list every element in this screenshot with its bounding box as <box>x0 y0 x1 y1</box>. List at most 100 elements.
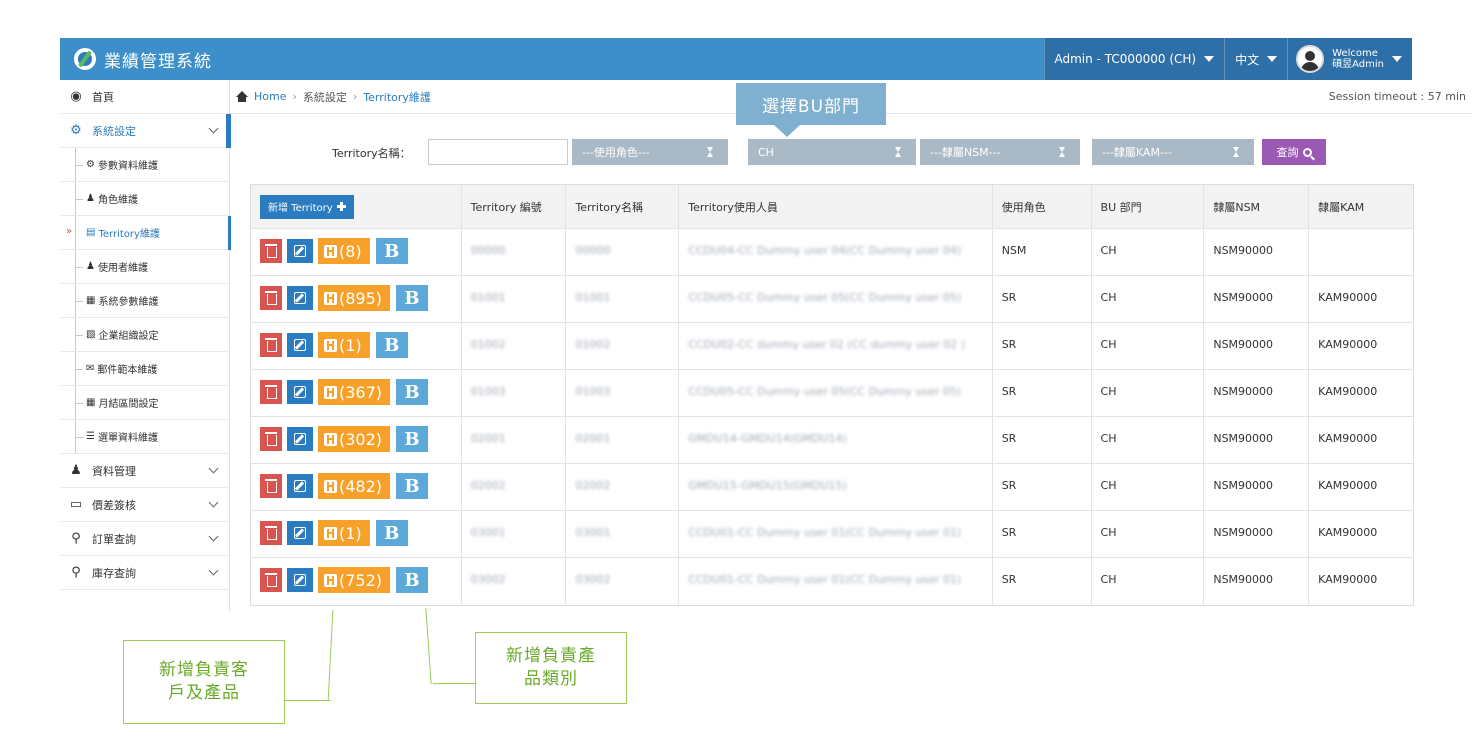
note-text: 新增負責產 品類別 <box>506 645 596 691</box>
brand[interactable]: 業績管理系統 <box>74 45 212 73</box>
column-header[interactable]: BU 部門 <box>1092 185 1205 228</box>
territory-code: 02002 <box>470 479 506 492</box>
h-square-icon <box>324 526 337 540</box>
sidebar-item-label: 訂單查詢 <box>92 532 136 546</box>
delete-button[interactable] <box>260 239 282 263</box>
list-icon: ☰ <box>86 431 95 442</box>
table-row: (895) B 01001 01001 CCDU05-CC Dummy user 05(… <box>251 276 1413 323</box>
sidebar-subitem-parameter-data[interactable]: ⚙ 參數資料維護 <box>60 148 229 182</box>
delete-button[interactable] <box>260 568 282 592</box>
table-body: (8) B 00000 00000 CCDU04-CC Dummy user 04(CC… <box>251 229 1413 605</box>
edit-button[interactable] <box>287 521 313 545</box>
customer-product-button[interactable]: (1) <box>318 332 370 358</box>
add-territory-button[interactable]: 新增 Territory <box>260 194 354 219</box>
sidebar-subitem-month-close[interactable]: ▦ 月結區間設定 <box>60 386 229 420</box>
sidebar-subitem-role[interactable]: ♟ 角色維護 <box>60 182 229 216</box>
bu-select[interactable]: CH <box>748 139 916 165</box>
action-buttons: (8) B <box>260 238 408 264</box>
product-category-button[interactable]: B <box>396 379 429 405</box>
sidebar-item-system-settings[interactable]: ⚙ 系統設定 <box>60 114 231 148</box>
role-cell: SR <box>993 558 1092 605</box>
sidebar-subitem-mail-template[interactable]: ✉ 郵件範本維護 <box>60 352 229 386</box>
customer-product-button[interactable]: (367) <box>318 379 391 405</box>
edit-button[interactable] <box>287 239 313 263</box>
sidebar-item-stock-query[interactable]: ⚲ 庫存查詢 <box>60 556 229 590</box>
org-dropdown[interactable]: Admin - TC000000 (CH) <box>1043 38 1225 80</box>
breadcrumb-home[interactable]: Home <box>254 90 286 103</box>
nsm-select[interactable]: ---隸屬NSM--- <box>920 139 1080 165</box>
column-header[interactable]: 隸屬KAM <box>1309 185 1413 228</box>
delete-button[interactable] <box>260 474 282 498</box>
nsm-select-value: ---隸屬NSM--- <box>930 146 1001 159</box>
sidebar-item-data-management[interactable]: ♟ 資料管理 <box>60 454 229 488</box>
product-category-button[interactable]: B <box>396 567 429 593</box>
chevron-down-icon <box>208 531 219 542</box>
sidebar-item-home[interactable]: ◉ 首頁 <box>60 80 229 114</box>
nsm-cell: NSM90000 <box>1204 558 1310 605</box>
column-header[interactable]: 使用角色 <box>993 185 1092 228</box>
language-dropdown[interactable]: 中文 <box>1224 38 1288 80</box>
active-indicator <box>228 216 231 250</box>
customer-product-button[interactable]: (302) <box>318 426 391 452</box>
user-menu[interactable]: Welcome 碩昱Admin <box>1287 38 1412 80</box>
edit-button[interactable] <box>287 568 313 592</box>
product-category-button[interactable]: B <box>375 238 408 264</box>
app-root: 業績管理系統 Admin - TC000000 (CH) 中文 Welcome … <box>0 0 1472 737</box>
customer-product-button[interactable]: (752) <box>318 567 391 593</box>
delete-button[interactable] <box>260 380 282 404</box>
edit-button[interactable] <box>287 380 313 404</box>
territory-name: 01003 <box>575 385 611 398</box>
product-category-button[interactable]: B <box>375 332 408 358</box>
territory-user-cell: CCDU04-CC Dummy user 04(CC Dummy user 04… <box>679 229 993 275</box>
action-buttons: (302) B <box>260 426 429 452</box>
delete-button[interactable] <box>260 333 282 357</box>
territory-name-input[interactable] <box>428 139 568 165</box>
column-header[interactable]: Territory名稱 <box>566 185 680 228</box>
delete-button[interactable] <box>260 427 282 451</box>
edit-button[interactable] <box>287 333 313 357</box>
sidebar-item-price-approval[interactable]: ▭ 價差簽核 <box>60 488 229 522</box>
edit-button[interactable] <box>287 427 313 451</box>
customer-product-count: (367) <box>339 382 383 402</box>
column-header[interactable]: 隸屬NSM <box>1204 185 1310 228</box>
filter-row: Territory名稱： ---使用角色--- CH ---隸屬NSM--- -… <box>230 136 1472 168</box>
product-category-button[interactable]: B <box>396 473 429 499</box>
column-header[interactable]: Territory 編號 <box>462 185 567 228</box>
sidebar-subitem-label: 月結區間設定 <box>98 399 159 410</box>
territory-user: CCDU05-CC Dummy user 05(CC Dummy user 05… <box>688 385 962 398</box>
column-header[interactable]: Territory使用人員 <box>679 185 993 228</box>
sidebar-subitem-org[interactable]: ▧ 企業組織設定 <box>60 318 229 352</box>
row-actions: (8) B <box>251 229 462 275</box>
territory-user: GMDU14-GMDU14(GMDU14) <box>688 432 847 445</box>
note-line: 戶及產品 <box>168 683 240 703</box>
plus-icon <box>336 202 346 211</box>
customer-product-count: (302) <box>339 429 383 449</box>
sidebar-item-order-query[interactable]: ⚲ 訂單查詢 <box>60 522 229 556</box>
edit-button[interactable] <box>287 286 313 310</box>
note-line: 新增負責產 <box>506 646 596 666</box>
delete-button[interactable] <box>260 521 282 545</box>
customer-product-count: (752) <box>339 570 383 590</box>
sidebar-subitem-label: 角色維護 <box>97 195 138 206</box>
sidebar-subitem-user[interactable]: ♟ 使用者維護 <box>60 250 229 284</box>
breadcrumb-territory[interactable]: Territory維護 <box>363 89 431 105</box>
product-category-button[interactable]: B <box>396 426 429 452</box>
customer-product-button[interactable]: (482) <box>318 473 391 499</box>
sidebar-subitem-system-params[interactable]: ▦ 系統參數維護 <box>60 284 229 318</box>
delete-button[interactable] <box>260 286 282 310</box>
sidebar: ◉ 首頁 ⚙ 系統設定 ⚙ 參數資料維護 ♟ 角色維護 » ▤ Territor… <box>60 80 231 612</box>
sidebar-subitem-menu-data[interactable]: ☰ 選單資料維護 <box>60 420 229 454</box>
product-category-button[interactable]: B <box>375 520 408 546</box>
customer-product-button[interactable]: (895) <box>318 285 391 311</box>
row-actions: (1) B <box>251 323 462 369</box>
customer-product-button[interactable]: (8) <box>318 238 370 264</box>
edit-button[interactable] <box>287 474 313 498</box>
kam-select[interactable]: ---隸屬KAM--- <box>1092 139 1254 165</box>
customer-product-button[interactable]: (1) <box>318 520 370 546</box>
h-square-icon <box>324 573 337 587</box>
product-category-button[interactable]: B <box>396 285 429 311</box>
sidebar-subitem-territory[interactable]: » ▤ Territory維護 <box>60 216 231 250</box>
role-select[interactable]: ---使用角色--- <box>572 139 728 165</box>
territory-code: 01003 <box>470 385 506 398</box>
search-button[interactable]: 查詢 <box>1262 139 1326 165</box>
